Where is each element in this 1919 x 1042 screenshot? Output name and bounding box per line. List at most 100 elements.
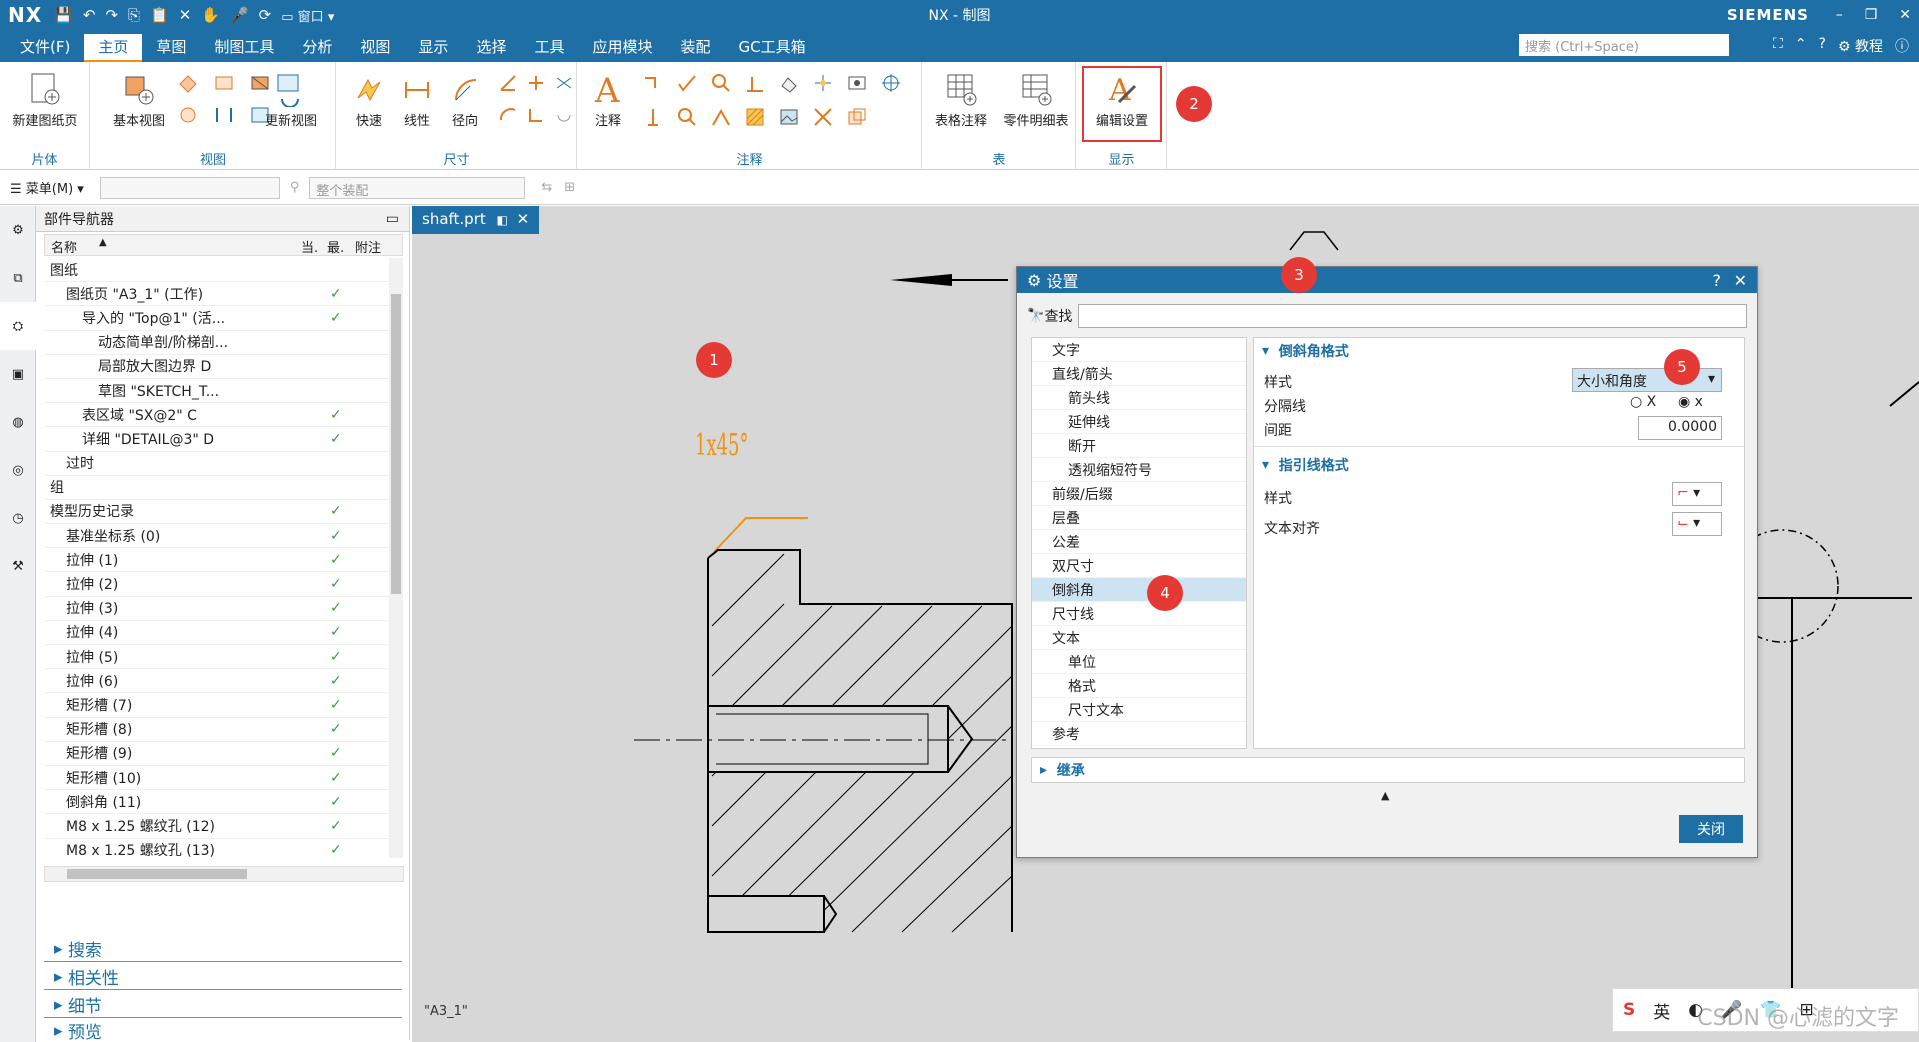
navigator-row[interactable]: M8 x 1.25 螺纹孔 (12) ✓	[44, 814, 389, 839]
navigator-row[interactable]: 局部放大图边界 D	[44, 355, 389, 379]
settings-tree-item[interactable]: 尺寸线	[1032, 602, 1246, 626]
text-align-select[interactable]: ⌙ ▾	[1672, 512, 1722, 536]
tab-applications[interactable]: 应用模块	[578, 34, 666, 62]
leader-format-header[interactable]: ▾ 指引线格式	[1254, 452, 1349, 478]
close-button[interactable]: 关闭	[1679, 815, 1743, 843]
chamfer-dimension-icon[interactable]	[525, 70, 547, 96]
navigator-row[interactable]: 拉伸 (3) ✓	[44, 597, 389, 621]
command-search-input[interactable]: 搜索 (Ctrl+Space)	[1519, 34, 1729, 56]
paste-icon[interactable]: 📋	[150, 6, 169, 24]
navigator-row[interactable]: 矩形槽 (8) ✓	[44, 718, 389, 742]
reuse-library-icon[interactable]: ▣	[0, 350, 36, 398]
chamfer-style-select[interactable]: 大小和角度 ▾	[1572, 368, 1722, 392]
cross-symbol-icon[interactable]	[810, 104, 836, 130]
tab-file[interactable]: 文件(F)	[6, 34, 84, 62]
restore-icon[interactable]: ❐	[1865, 7, 1878, 23]
web-browser-icon[interactable]: ◎	[0, 446, 36, 494]
dialog-close-icon[interactable]: ✕	[1734, 271, 1747, 290]
separator-option-upper[interactable]: ○ X	[1630, 394, 1656, 410]
redo-icon[interactable]: ↷	[105, 6, 118, 24]
settings-tree-item[interactable]: 透视缩短符号	[1032, 458, 1246, 482]
pin-icon[interactable]: ◧	[497, 213, 508, 227]
dialog-title-bar[interactable]: ⚙ 设置 ? ✕	[1017, 267, 1757, 293]
settings-tree-item[interactable]: 尺寸文本	[1032, 698, 1246, 722]
settings-tree-item[interactable]: 文字	[1032, 338, 1246, 362]
filter-icon[interactable]: ⚲	[290, 180, 300, 195]
tab-assembly[interactable]: 装配	[666, 34, 724, 62]
history-icon[interactable]: ◷	[0, 494, 36, 542]
feature-control-frame-icon[interactable]	[640, 70, 666, 96]
navigator-row[interactable]: 倒斜角 (11) ✓	[44, 790, 389, 815]
tab-sketch[interactable]: 草图	[142, 34, 200, 62]
break-view-icon[interactable]	[175, 102, 201, 128]
navigator-row[interactable]: 拉伸 (5) ✓	[44, 645, 389, 670]
hatch-icon[interactable]	[742, 104, 768, 130]
navigator-row[interactable]: 过时	[44, 452, 389, 476]
tabular-note-button[interactable]: 表格注释	[925, 68, 997, 129]
centerline-icon[interactable]	[878, 70, 904, 96]
minimize-icon[interactable]: –	[1836, 7, 1843, 23]
navigator-row[interactable]: 拉伸 (1) ✓	[44, 548, 389, 573]
hd3d-tools-icon[interactable]: ◍	[0, 398, 36, 446]
new-sheet-button[interactable]: 新建图纸页	[5, 68, 85, 129]
section-view-icon[interactable]	[211, 70, 237, 96]
navigator-row[interactable]: 拉伸 (6) ✓	[44, 669, 389, 694]
settings-tree-item[interactable]: 倒斜角	[1032, 578, 1246, 602]
menu-button[interactable]: ☰ 菜单(M) ▾	[10, 178, 84, 197]
collapse-more-icon[interactable]: ▲	[1381, 789, 1389, 802]
base-view-button[interactable]: 基本视图	[99, 68, 179, 129]
accordion-preview[interactable]: ▸ 预览	[44, 1018, 402, 1042]
radial-dimension-button[interactable]: 径向	[433, 68, 497, 129]
settings-tree-item[interactable]: 前缀/后缀	[1032, 482, 1246, 506]
part-navigator-icon[interactable]: ⛭	[0, 302, 36, 350]
navigator-row[interactable]: 动态简单剖/阶梯剖...	[44, 331, 389, 355]
settings-tree-item[interactable]: 箭头线	[1032, 386, 1246, 410]
tab-tools[interactable]: 工具	[520, 34, 578, 62]
intersection-symbol-icon[interactable]	[640, 104, 666, 130]
separator-option-lower[interactable]: ◉ x	[1678, 394, 1703, 410]
navigator-row[interactable]: 草图 "SKETCH_T...	[44, 379, 389, 404]
target-point-icon[interactable]	[810, 70, 836, 96]
tab-display[interactable]: 显示	[404, 34, 462, 62]
navigator-horizontal-scrollbar[interactable]	[44, 866, 404, 882]
type-filter-combo[interactable]	[99, 176, 280, 199]
info-icon[interactable]: ⓘ	[1895, 36, 1909, 56]
perimeter-dimension-icon[interactable]	[553, 102, 575, 128]
repeat-command-icon[interactable]: ⟳	[259, 6, 272, 24]
copy-icon[interactable]: ⎘	[128, 6, 140, 24]
assembly-navigator-icon[interactable]: ⧉	[0, 254, 36, 302]
maximize-panel-icon[interactable]: ▭	[386, 211, 399, 227]
projected-view-icon[interactable]	[175, 70, 201, 96]
assembly-scope-combo[interactable]: 整个装配	[309, 176, 526, 199]
inherit-section-header[interactable]: ▸ 继承	[1031, 757, 1745, 783]
settings-tree-item[interactable]: 层叠	[1032, 506, 1246, 530]
system-materials-icon[interactable]: ⚒	[0, 542, 36, 590]
image-import-icon[interactable]	[844, 70, 870, 96]
help-icon[interactable]: ?	[1819, 36, 1826, 56]
tutorial-link[interactable]: ⚙ 教程	[1838, 36, 1883, 56]
update-view-button[interactable]: 更新视图	[251, 68, 331, 129]
settings-tree-item[interactable]: 单位	[1032, 650, 1246, 674]
tab-select[interactable]: 选择	[462, 34, 520, 62]
touch-mode-icon[interactable]: ✋	[201, 6, 220, 24]
navigator-row[interactable]: 模型历史记录 ✓	[44, 500, 389, 525]
offset-center-icon[interactable]	[674, 104, 700, 130]
accordion-search[interactable]: ▸ 搜索	[44, 936, 402, 962]
ime-logo-icon[interactable]: S	[1623, 1000, 1635, 1020]
tab-gc-toolkit[interactable]: GC工具箱	[725, 34, 820, 62]
datum-feature-icon[interactable]	[674, 70, 700, 96]
column-name[interactable]: 名称	[51, 237, 77, 256]
settings-icon[interactable]: ⚙	[0, 206, 36, 254]
settings-tree-item[interactable]: 直线/箭头	[1032, 362, 1246, 386]
settings-tree-item[interactable]: 延伸线	[1032, 410, 1246, 434]
window-menu[interactable]: ▭ 窗口 ▾	[281, 6, 334, 25]
navigator-row[interactable]: 导入的 "Top@1" (活... ✓	[44, 306, 389, 331]
column-notes[interactable]: 附注	[355, 237, 381, 256]
identification-symbol-icon[interactable]	[708, 104, 734, 130]
save-icon[interactable]: 💾	[54, 6, 73, 24]
settings-tree-item[interactable]: 双尺寸	[1032, 554, 1246, 578]
accordion-dependencies[interactable]: ▸ 相关性	[44, 964, 402, 990]
settings-tree-item[interactable]: 参考	[1032, 722, 1246, 746]
close-window-icon[interactable]: ✕	[1899, 7, 1911, 23]
arc-length-icon[interactable]	[497, 102, 519, 128]
